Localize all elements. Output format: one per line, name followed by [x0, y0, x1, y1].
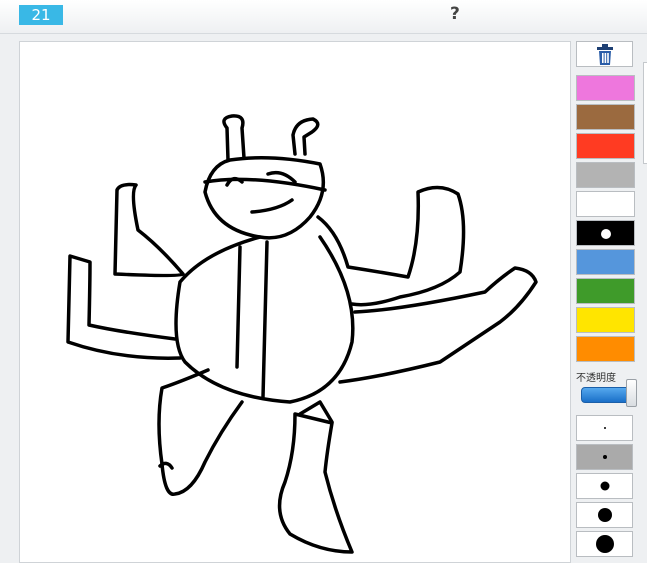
brush-size-3[interactable] — [576, 473, 633, 499]
color-swatch-black[interactable] — [576, 220, 635, 246]
brush-size-2[interactable] — [576, 444, 633, 470]
color-swatch-yellow[interactable] — [576, 307, 635, 333]
opacity-label: 不透明度 — [576, 373, 616, 384]
color-swatch-green[interactable] — [576, 278, 635, 304]
color-swatch-blue[interactable] — [576, 249, 635, 275]
brush-dot-icon — [600, 481, 609, 491]
brush-dot-icon — [595, 535, 614, 553]
color-swatch-brown[interactable] — [576, 104, 635, 130]
drawing-canvas[interactable] — [19, 41, 571, 563]
selected-indicator-icon — [601, 229, 611, 239]
brush-dot-icon — [602, 455, 607, 459]
color-swatch-pink[interactable] — [576, 75, 635, 101]
opacity-slider-handle[interactable] — [626, 379, 637, 407]
top-bar: 21 ? — [0, 0, 647, 34]
side-panel-edge — [643, 62, 647, 164]
color-swatch-orange[interactable] — [576, 336, 635, 362]
brush-size-4[interactable] — [576, 502, 633, 528]
color-swatch-white[interactable] — [576, 191, 635, 217]
brush-dot-icon — [597, 508, 612, 522]
help-button[interactable]: ? — [450, 4, 460, 24]
color-swatch-gray[interactable] — [576, 162, 635, 188]
drawing-sketch — [66, 114, 538, 554]
brush-size-1[interactable] — [576, 415, 633, 441]
clear-canvas-button[interactable] — [576, 41, 633, 67]
color-swatch-red[interactable] — [576, 133, 635, 159]
drawing-counter-badge: 21 — [19, 5, 63, 25]
brush-dot-icon — [603, 427, 606, 429]
brush-size-5[interactable] — [576, 531, 633, 557]
opacity-slider-track[interactable] — [581, 387, 631, 403]
